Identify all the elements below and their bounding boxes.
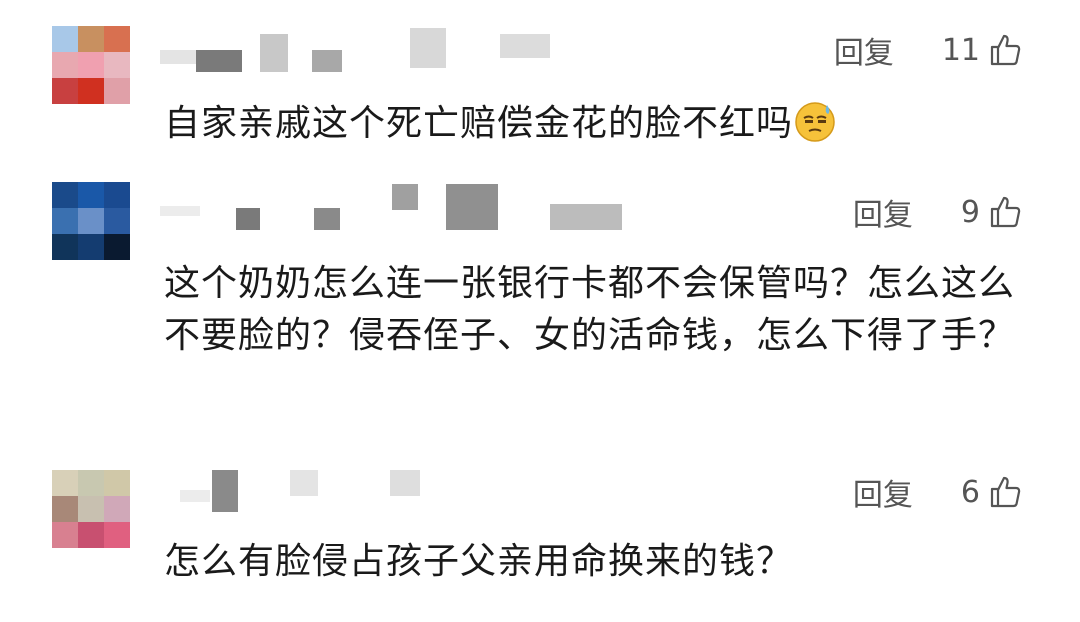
like-count: 9 xyxy=(960,194,980,230)
thumbs-up-icon[interactable] xyxy=(988,195,1022,229)
avatar-pixel xyxy=(78,26,104,52)
avatar-pixel xyxy=(52,522,78,548)
avatar[interactable] xyxy=(52,26,130,104)
comment-actions: 回复 11 xyxy=(834,28,1022,72)
avatar-pixel xyxy=(52,182,78,208)
avatar-pixel xyxy=(78,52,104,78)
username-blurred[interactable] xyxy=(160,28,560,78)
username-blurred[interactable] xyxy=(160,180,640,230)
like-count: 11 xyxy=(941,32,980,68)
like-count: 6 xyxy=(960,474,980,510)
avatar-pixel xyxy=(78,470,104,496)
comment-actions: 回复 6 xyxy=(853,470,1022,514)
reply-button[interactable]: 回复 xyxy=(853,470,913,514)
avatar-pixel xyxy=(104,208,130,234)
avatar-pixel xyxy=(52,208,78,234)
avatar-pixel xyxy=(52,234,78,260)
avatar-pixel xyxy=(52,52,78,78)
comment-text: 这个奶奶怎么连一张银行卡都不会保管吗？怎么这么不要脸的？侵吞侄子、女的活命钱，怎… xyxy=(164,263,1016,356)
avatar[interactable] xyxy=(52,470,130,548)
avatar[interactable] xyxy=(52,182,130,260)
avatar-pixel xyxy=(104,182,130,208)
avatar-pixel xyxy=(52,470,78,496)
avatar-pixel xyxy=(78,522,104,548)
avatar-pixel xyxy=(78,234,104,260)
avatar-pixel xyxy=(78,182,104,208)
avatar-pixel xyxy=(104,470,130,496)
avatar-pixel xyxy=(104,496,130,522)
comment-text: 怎么有脸侵占孩子父亲用命换来的钱？ xyxy=(164,541,794,582)
avatar-pixel xyxy=(52,78,78,104)
avatar-pixel xyxy=(104,26,130,52)
avatar-pixel xyxy=(78,78,104,104)
thumbs-up-icon[interactable] xyxy=(988,475,1022,509)
avatar-pixel xyxy=(52,26,78,52)
avatar-pixel xyxy=(78,496,104,522)
avatar-pixel xyxy=(104,52,130,78)
avatar-pixel xyxy=(52,496,78,522)
thumbs-up-icon[interactable] xyxy=(988,33,1022,67)
reply-button[interactable]: 回复 xyxy=(853,190,913,234)
comment-text: 自家亲戚这个死亡赔偿金花的脸不红吗 xyxy=(164,98,1044,150)
username-blurred[interactable] xyxy=(160,466,440,516)
avatar-pixel xyxy=(104,234,130,260)
avatar-pixel xyxy=(104,78,130,104)
avatar-pixel xyxy=(104,522,130,548)
avatar-pixel xyxy=(78,208,104,234)
reply-button[interactable]: 回复 xyxy=(834,28,894,72)
comment-actions: 回复 9 xyxy=(853,190,1022,234)
cold-sweat-face-icon xyxy=(795,102,835,142)
